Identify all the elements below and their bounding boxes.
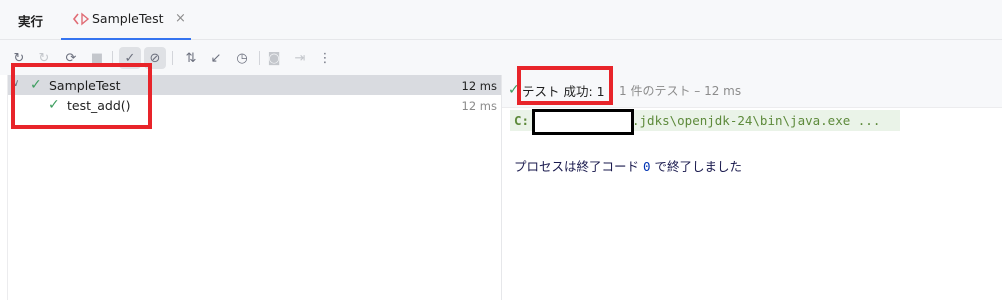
more-icon[interactable]: ⋮ [314,47,336,69]
history-icon[interactable]: ◷ [231,47,253,69]
redaction-box [532,109,634,135]
screenshot-icon[interactable]: ◙ [263,47,285,69]
exit-suffix: で終了しました [654,159,743,174]
close-icon[interactable]: × [175,11,186,26]
toolbar-separator [172,51,173,65]
command-drive: C: [514,113,530,128]
command-line[interactable]: C: .jdks\openjdk-24\bin\java.exe ... [510,109,900,135]
tab-sampletest[interactable]: SampleTest × [61,0,191,40]
command-path: .jdks\openjdk-24\bin\java.exe ... [632,113,881,128]
console-panel: ✓ テスト 成功: 1 1 件のテスト – 12 ms C: .jdks\ope… [502,75,1002,300]
highlight-box-status [517,66,613,105]
collapse-icon[interactable]: ↙ [205,47,227,69]
toolbar-separator [259,51,260,65]
exit-prefix: プロセスは終了コード [514,159,640,174]
tool-window-title: 実行 [18,14,44,29]
tab-label: SampleTest [92,11,164,26]
sort-icon[interactable]: ⇅ [180,47,202,69]
tree-node-duration: 12 ms [461,79,497,93]
export-icon[interactable]: ⇥ [289,47,311,69]
tree-node-duration: 12 ms [461,99,497,113]
tool-window-tabbar: 実行 SampleTest × [0,0,1002,40]
test-summary: 1 件のテスト – 12 ms [619,84,742,98]
highlight-box-tree [11,63,152,129]
process-exit-message: プロセスは終了コード 0 で終了しました [514,156,742,175]
run-config-icon [72,12,90,26]
exit-code: 0 [643,159,651,174]
